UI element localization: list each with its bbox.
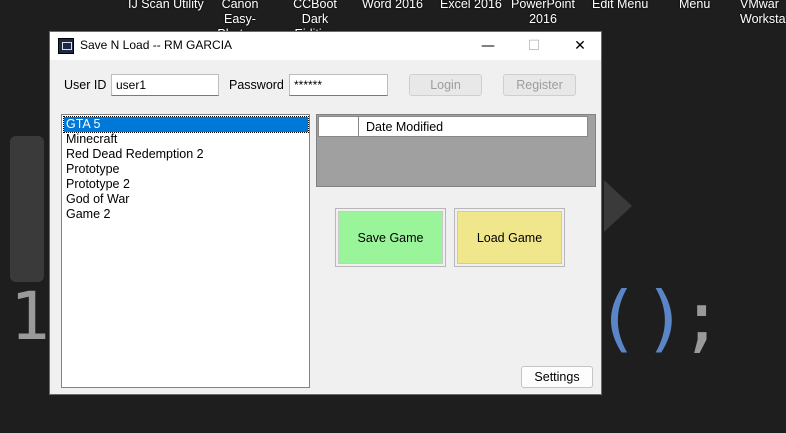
app-icon — [58, 38, 74, 54]
load-game-label: Load Game — [457, 211, 562, 264]
desktop-icon-excel-2016[interactable]: Excel 2016 — [440, 0, 502, 12]
background-code-parens: () — [596, 276, 691, 360]
list-item[interactable]: GTA 5 — [63, 116, 309, 133]
minimize-button[interactable]: — — [465, 32, 511, 60]
saves-grid[interactable]: Date Modified — [316, 114, 596, 187]
save-game-button[interactable]: Save Game — [335, 208, 446, 267]
title-bar[interactable]: Save N Load -- RM GARCIA — ☐ ✕ — [50, 32, 601, 60]
grid-header: Date Modified — [318, 116, 588, 137]
background-code-digit: 1 — [10, 278, 50, 355]
list-item[interactable]: Minecraft — [64, 132, 117, 147]
desktop-icon-powerpoint-2016[interactable]: PowerPoint 2016 — [508, 0, 578, 27]
window-title: Save N Load -- RM GARCIA — [80, 38, 233, 52]
save-game-label: Save Game — [338, 211, 443, 264]
desktop-icon-ij-scan-utility[interactable]: IJ Scan Utility — [128, 0, 204, 12]
user-id-label: User ID — [64, 78, 107, 92]
background-arrow-shape — [604, 180, 632, 232]
list-item[interactable]: God of War — [64, 192, 129, 207]
grid-corner-cell[interactable] — [319, 117, 359, 136]
password-input[interactable]: ****** — [289, 74, 388, 96]
user-id-input[interactable]: user1 — [111, 74, 219, 96]
list-item[interactable]: Prototype — [64, 162, 120, 177]
desktop-icon-word-2016[interactable]: Word 2016 — [362, 0, 423, 12]
close-button[interactable]: ✕ — [557, 32, 603, 60]
background-shape — [10, 136, 44, 282]
background-code-semicolon: ; — [680, 276, 724, 360]
register-button[interactable]: Register — [503, 74, 576, 96]
list-item[interactable]: Game 2 — [64, 207, 110, 222]
desktop-icon-vmware-workstation[interactable]: VMwar Workstat — [740, 0, 786, 27]
settings-button[interactable]: Settings — [521, 366, 593, 388]
load-game-button[interactable]: Load Game — [454, 208, 565, 267]
list-item[interactable]: Prototype 2 — [64, 177, 130, 192]
save-n-load-window: Save N Load -- RM GARCIA — ☐ ✕ User ID u… — [49, 31, 602, 395]
games-list[interactable]: GTA 5 Minecraft Red Dead Redemption 2 Pr… — [61, 114, 310, 388]
desktop-icon-edit-menu[interactable]: Edit Menu — [592, 0, 648, 12]
maximize-button[interactable]: ☐ — [511, 32, 557, 60]
column-header-date-modified[interactable]: Date Modified — [359, 117, 450, 136]
login-button[interactable]: Login — [409, 74, 482, 96]
desktop-icon-menu[interactable]: Menu — [679, 0, 710, 12]
list-item[interactable]: Red Dead Redemption 2 — [64, 147, 204, 162]
password-label: Password — [229, 78, 284, 92]
